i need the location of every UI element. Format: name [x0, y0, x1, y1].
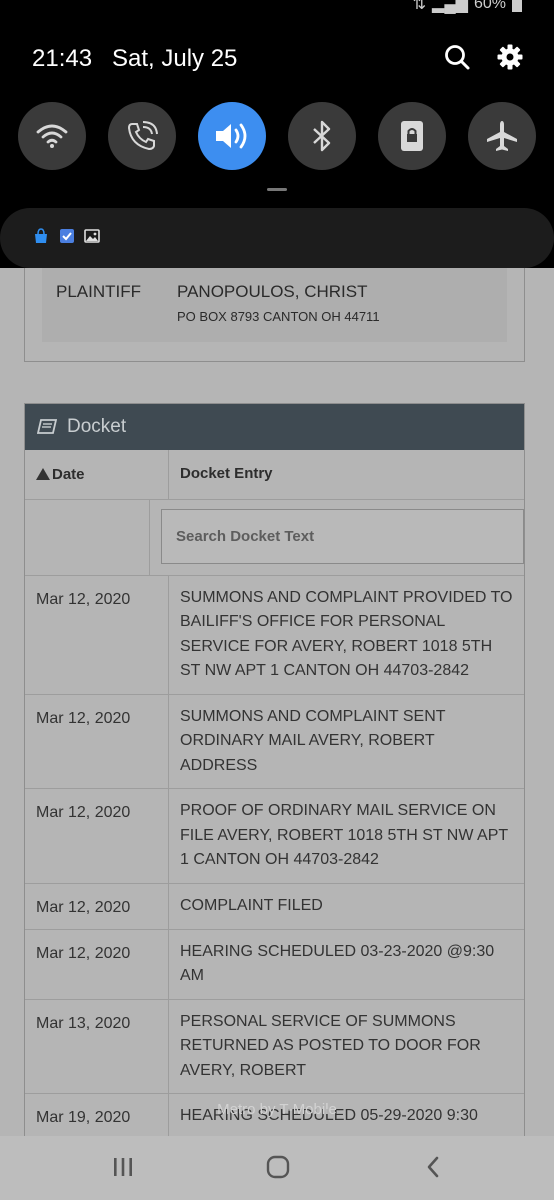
- docket-date-cell: Mar 12, 2020: [25, 694, 169, 788]
- date-column-header[interactable]: Date: [25, 450, 169, 499]
- docket-rows: Mar 12, 2020 SUMMONS AND COMPLAINT PROVID…: [25, 575, 524, 1140]
- home-button[interactable]: [261, 1152, 295, 1182]
- carrier-watermark: Metro by T-Mobile: [217, 1101, 337, 1118]
- wifi-calling-toggle[interactable]: [108, 102, 176, 170]
- search-icon[interactable]: [442, 42, 472, 72]
- wifi-icon: [36, 124, 68, 148]
- battery-icon: [512, 0, 522, 12]
- sort-ascending-icon: [36, 468, 50, 481]
- airplane-mode-icon: [487, 121, 517, 151]
- docket-entry-cell: HEARING SCHEDULED 03-23-2020 @9:30 AM: [180, 942, 495, 985]
- sound-toggle[interactable]: [198, 102, 266, 170]
- battery-percent: 60%: [473, 0, 506, 12]
- docket-row: Mar 12, 2020 PROOF OF ORDINARY MAIL SERVI…: [25, 789, 524, 884]
- docket-panel: Docket Date Docket Entry Mar 12, 2020SUM…: [24, 403, 525, 1143]
- airplane-mode-toggle[interactable]: [468, 102, 536, 170]
- docket-row: Mar 12, 2020 SUMMONS AND COMPLAINT SENT O…: [25, 694, 524, 789]
- docket-entry-cell: PERSONAL SERVICE OF SUMMONS RETURNED AS …: [180, 1012, 481, 1079]
- portrait-lock-toggle[interactable]: [378, 102, 446, 170]
- recents-icon: [114, 1158, 132, 1176]
- docket-entry-cell: PROOF OF ORDINARY MAIL SERVICE ON FILE A…: [180, 802, 508, 868]
- docket-date-cell: Mar 12, 2020: [25, 789, 169, 883]
- docket-date-cell: Mar 12, 2020: [25, 575, 169, 694]
- docket-row: Mar 12, 2020 SUMMONS AND COMPLAINT PROVID…: [25, 575, 524, 695]
- data-arrows-icon: ⇅: [412, 0, 427, 13]
- party-address: PO BOX 8793 CANTON OH 44711: [177, 309, 380, 324]
- docket-date-cell: Mar 13, 2020: [25, 999, 169, 1093]
- docket-row: Mar 13, 2020 PERSONAL SERVICE OF SUMMONS …: [25, 999, 524, 1094]
- party-role: PLAINTIFF: [56, 282, 142, 301]
- docket-search-row: [25, 499, 524, 576]
- status-icons: ⇅ ▂▄▆ 60%: [413, 0, 522, 14]
- docket-header: Docket: [25, 404, 524, 450]
- docket-entry-column-header[interactable]: Docket Entry: [169, 450, 524, 499]
- recent-apps-button[interactable]: [106, 1152, 140, 1182]
- docket-entry-cell: SUMMONS AND COMPLAINT PROVIDED TO BAILIF…: [180, 588, 513, 680]
- wifi-calling-icon: [127, 121, 158, 151]
- docket-search-input[interactable]: [161, 508, 524, 564]
- back-chevron-icon: [427, 1156, 439, 1178]
- date-column-label: Date: [52, 465, 85, 483]
- docket-date-cell: Mar 12, 2020: [25, 929, 169, 999]
- book-icon: [37, 419, 57, 434]
- shade-expand-handle[interactable]: [267, 188, 287, 191]
- docket-table-header: Date Docket Entry: [25, 450, 524, 500]
- party-card: [42, 268, 507, 342]
- wifi-toggle[interactable]: [18, 102, 86, 170]
- home-icon: [266, 1155, 290, 1179]
- search-row-spacer: [25, 499, 150, 575]
- bluetooth-toggle[interactable]: [288, 102, 356, 170]
- back-button[interactable]: [416, 1152, 450, 1182]
- date: Sat, July 25: [112, 45, 238, 72]
- docket-entry-cell: COMPLAINT FILED: [180, 896, 323, 914]
- signal-icon: ▂▄▆: [432, 0, 468, 13]
- portrait-lock-icon: [401, 121, 423, 151]
- party-name: PANOPOULOS, CHRIST: [177, 282, 368, 301]
- bag-icon: [35, 228, 47, 243]
- docket-title: Docket: [67, 416, 127, 437]
- clock: 21:43: [32, 45, 93, 72]
- search-cell: [150, 500, 524, 575]
- image-icon: [84, 229, 100, 243]
- sound-icon: [216, 123, 247, 149]
- bluetooth-icon: [313, 120, 331, 152]
- docket-row: Mar 12, 2020 COMPLAINT FILED: [25, 883, 524, 930]
- checkbox-icon: [60, 229, 74, 243]
- docket-date-cell: Mar 12, 2020: [25, 883, 169, 929]
- docket-entry-cell: SUMMONS AND COMPLAINT SENT ORDINARY MAIL…: [180, 707, 446, 774]
- settings-gear-icon[interactable]: [495, 42, 525, 72]
- docket-row: Mar 12, 2020 HEARING SCHEDULED 03-23-2020…: [25, 929, 524, 1000]
